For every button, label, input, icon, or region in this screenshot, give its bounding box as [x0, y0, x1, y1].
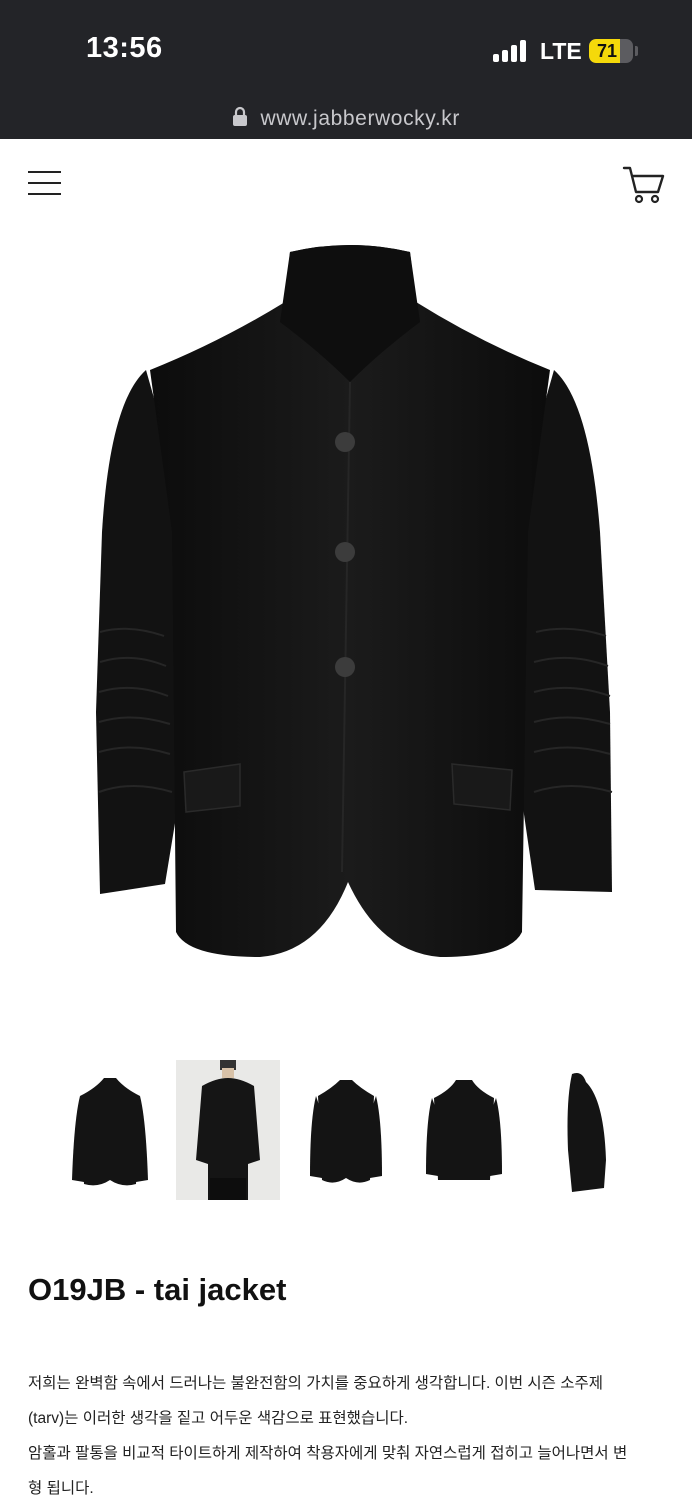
thumbnail-model[interactable]: [176, 1060, 280, 1200]
battery-cap: [635, 46, 638, 56]
lock-icon: [232, 106, 248, 131]
browser-chrome: 13:56 LTE 71 www.jabberwocky.kr: [0, 0, 692, 139]
description-line: (tarv)는 이러한 생각을 짙고 어두운 색감으로 표현했습니다.: [28, 1410, 409, 1427]
battery-percent: 71: [596, 41, 618, 61]
description-line: 저희는 완벽함 속에서 드러나는 불완전함의 가치를 중요하게 생각합니다. 이…: [28, 1375, 603, 1392]
cellular-signal-icon: [493, 40, 529, 62]
address-bar[interactable]: www.jabberwocky.kr: [0, 106, 692, 138]
product-description: 저희는 완벽함 속에서 드러나는 불완전함의 가치를 중요하게 생각합니다. 이…: [28, 1366, 668, 1500]
network-type: LTE: [540, 38, 582, 64]
thumbnail-side[interactable]: [548, 1060, 618, 1200]
shopping-cart-icon[interactable]: [622, 165, 666, 205]
product-thumbnails: [0, 1060, 692, 1202]
battery-icon: 71: [589, 39, 633, 63]
site-header: [0, 139, 692, 229]
product-main-image[interactable]: [80, 232, 620, 1002]
url-text: www.jabberwocky.kr: [260, 106, 460, 130]
hamburger-menu-icon[interactable]: [28, 169, 62, 197]
status-time: 13:56: [86, 32, 163, 64]
description-line: 형 됩니다.: [28, 1480, 94, 1497]
thumbnail-front[interactable]: [66, 1060, 154, 1200]
description-line: 암홀과 팔통을 비교적 타이트하게 제작하여 착용자에게 맞춰 자연스럽게 접히…: [28, 1445, 628, 1462]
thumbnail-back[interactable]: [420, 1060, 508, 1200]
thumbnail-front-open[interactable]: [302, 1060, 390, 1200]
product-title: O19JB - tai jacket: [28, 1272, 287, 1307]
